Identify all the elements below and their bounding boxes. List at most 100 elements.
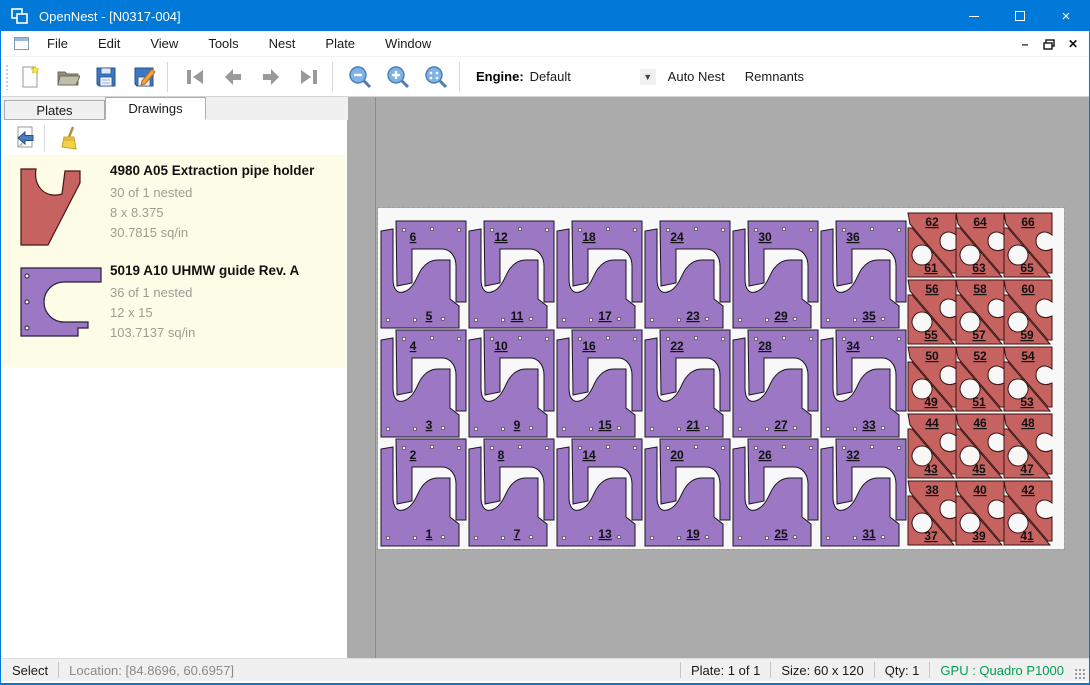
nested-pair-purple[interactable]: 1817	[557, 221, 642, 328]
part-number[interactable]: 17	[598, 309, 612, 323]
nested-pair-purple[interactable]: 30 29	[733, 221, 818, 328]
part-number[interactable]: 54	[1021, 349, 1035, 363]
nested-pair-purple[interactable]: 36 35	[821, 221, 906, 328]
part-number[interactable]: 27	[774, 418, 788, 432]
part-number[interactable]: 40	[973, 483, 987, 497]
part-number[interactable]: 6	[410, 230, 417, 244]
part-number[interactable]: 30	[758, 230, 772, 244]
nested-pair-purple[interactable]: 1413	[557, 439, 642, 546]
nested-pair-purple[interactable]: 21	[381, 439, 466, 546]
part-number[interactable]: 46	[973, 416, 987, 430]
nested-pair-red[interactable]: 42 41	[1004, 481, 1052, 545]
nested-pair-purple[interactable]: 109	[469, 330, 554, 437]
part-number[interactable]: 8	[498, 448, 505, 462]
nested-pair-purple[interactable]: 2019	[645, 439, 730, 546]
nested-pair-red[interactable]: 5049	[908, 347, 956, 411]
menu-edit[interactable]: Edit	[86, 31, 132, 56]
part-number[interactable]: 38	[925, 483, 939, 497]
part-number[interactable]: 47	[1020, 462, 1034, 476]
part-number[interactable]: 42	[1021, 483, 1035, 497]
part-number[interactable]: 4	[410, 339, 417, 353]
nested-pair-red[interactable]: 6261	[908, 213, 956, 277]
nested-pair-purple[interactable]: 2221	[645, 330, 730, 437]
part-number[interactable]: 15	[598, 418, 612, 432]
part-number[interactable]: 7	[514, 527, 521, 541]
drawing-item[interactable]: 4980 A05 Extraction pipe holder 30 of 1 …	[4, 155, 345, 255]
zoom-out-button[interactable]	[343, 61, 377, 93]
maximize-button[interactable]	[997, 1, 1043, 31]
nested-pair-purple[interactable]: 24 23	[645, 221, 730, 328]
menu-window[interactable]: Window	[373, 31, 443, 56]
part-number[interactable]: 35	[862, 309, 876, 323]
open-button[interactable]	[51, 61, 85, 93]
part-number[interactable]: 55	[924, 328, 938, 342]
nested-pair-purple[interactable]: 2625	[733, 439, 818, 546]
nested-pair-purple[interactable]: 2827	[733, 330, 818, 437]
toolbar-grip[interactable]	[5, 64, 9, 90]
part-number[interactable]: 11	[511, 309, 524, 323]
plate-sheet[interactable]: 6512111817242330293635431091615222128273…	[378, 208, 1064, 549]
nested-pair-purple[interactable]: 1615	[557, 330, 642, 437]
part-number[interactable]: 61	[924, 261, 938, 275]
part-number[interactable]: 53	[1020, 395, 1034, 409]
part-number[interactable]: 59	[1020, 328, 1034, 342]
part-number[interactable]: 36	[846, 230, 860, 244]
nested-pair-red[interactable]: 3837	[908, 481, 956, 545]
part-number[interactable]: 58	[973, 282, 987, 296]
part-number[interactable]: 25	[774, 527, 788, 541]
nested-pair-red[interactable]: 6463	[956, 213, 1004, 277]
part-number[interactable]: 52	[973, 349, 987, 363]
nested-pair-purple[interactable]: 3433	[821, 330, 906, 437]
part-number[interactable]: 5	[426, 309, 433, 323]
menu-plate[interactable]: Plate	[313, 31, 367, 56]
mdi-minimize-button[interactable]: –	[1015, 35, 1035, 53]
part-number[interactable]: 31	[862, 527, 876, 541]
nested-pair-red[interactable]: 60 59	[1004, 280, 1052, 344]
mdi-close-button[interactable]: ✕	[1063, 35, 1083, 53]
nested-pair-red[interactable]: 4039	[956, 481, 1004, 545]
go-previous-button[interactable]	[216, 61, 250, 93]
part-number[interactable]: 48	[1021, 416, 1035, 430]
nested-pair-red[interactable]: 66 65	[1004, 213, 1052, 277]
clean-button[interactable]	[55, 124, 87, 152]
import-drawing-button[interactable]	[8, 124, 40, 152]
part-number[interactable]: 18	[582, 230, 596, 244]
resize-grip[interactable]	[1074, 668, 1086, 680]
save-button[interactable]	[89, 61, 123, 93]
nest-canvas[interactable]: 6512111817242330293635431091615222128273…	[348, 97, 1089, 661]
zoom-fit-button[interactable]	[419, 61, 453, 93]
part-number[interactable]: 1	[426, 527, 433, 541]
nested-pair-purple[interactable]: 65	[381, 221, 466, 328]
nested-pair-red[interactable]: 5251	[956, 347, 1004, 411]
part-number[interactable]: 45	[972, 462, 986, 476]
part-number[interactable]: 44	[925, 416, 939, 430]
new-button[interactable]	[13, 61, 47, 93]
part-number[interactable]: 66	[1021, 215, 1035, 229]
part-number[interactable]: 24	[670, 230, 684, 244]
tab-plates[interactable]: Plates	[4, 100, 105, 120]
nested-pair-purple[interactable]: 3231	[821, 439, 906, 546]
part-number[interactable]: 41	[1020, 529, 1034, 543]
zoom-in-button[interactable]	[381, 61, 415, 93]
engine-combobox[interactable]: Default ▼	[530, 66, 658, 88]
part-number[interactable]: 64	[973, 215, 987, 229]
part-number[interactable]: 56	[925, 282, 939, 296]
nested-pair-purple[interactable]: 43	[381, 330, 466, 437]
go-last-button[interactable]	[292, 61, 326, 93]
part-number[interactable]: 43	[924, 462, 938, 476]
nested-pair-purple[interactable]: 87	[469, 439, 554, 546]
nested-pair-red[interactable]: 48 47	[1004, 414, 1052, 478]
part-number[interactable]: 60	[1021, 282, 1035, 296]
part-number[interactable]: 65	[1020, 261, 1034, 275]
part-number[interactable]: 23	[686, 309, 700, 323]
go-next-button[interactable]	[254, 61, 288, 93]
part-number[interactable]: 2	[410, 448, 417, 462]
tab-drawings[interactable]: Drawings	[105, 97, 206, 120]
part-number[interactable]: 29	[774, 309, 788, 323]
auto-nest-button[interactable]: Auto Nest	[658, 63, 735, 90]
part-number[interactable]: 12	[494, 230, 508, 244]
minimize-button[interactable]	[951, 1, 997, 31]
part-number[interactable]: 50	[925, 349, 939, 363]
menu-view[interactable]: View	[138, 31, 190, 56]
menu-tools[interactable]: Tools	[196, 31, 250, 56]
